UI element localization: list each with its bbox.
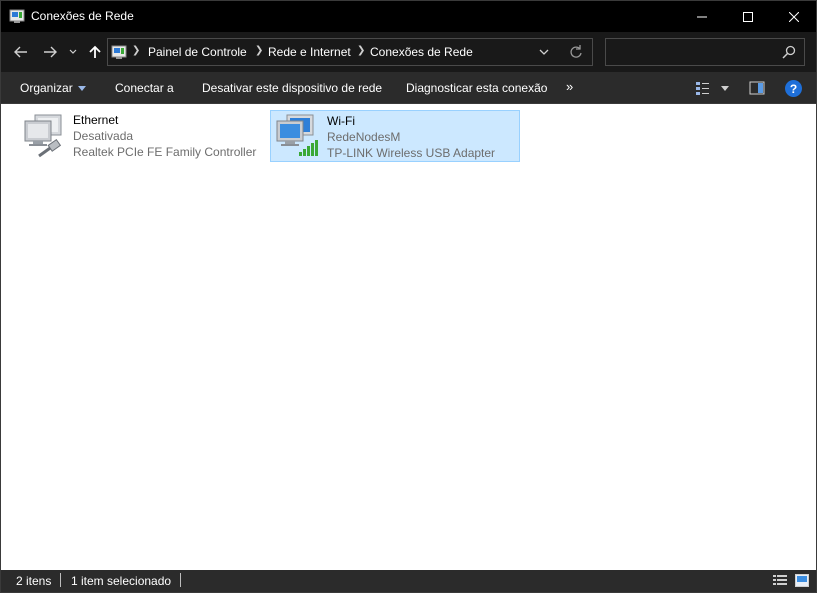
network-connections-icon: [9, 9, 25, 23]
address-box[interactable]: ❯ Painel de Controle ❯ Rede e Internet ❯…: [107, 38, 593, 66]
command-bar: Organizar Conectar a Desativar este disp…: [1, 72, 816, 104]
breadcrumb-separator-icon[interactable]: ❯: [255, 45, 263, 56]
breadcrumb-network-connections[interactable]: Conexões de Rede: [370, 45, 473, 59]
breadcrumb-control-panel[interactable]: Painel de Controle: [148, 45, 247, 59]
breadcrumb-separator-icon[interactable]: ❯: [132, 45, 140, 56]
title-bar[interactable]: Conexões de Rede: [1, 1, 816, 32]
caret-down-icon: [77, 86, 86, 92]
details-view-icon[interactable]: [773, 574, 787, 587]
arrow-left-icon: [14, 46, 27, 58]
organize-menu[interactable]: Organizar: [20, 81, 86, 95]
address-toolbar: ❯ Painel de Controle ❯ Rede e Internet ❯…: [1, 32, 816, 72]
connect-button[interactable]: Conectar a: [115, 81, 174, 95]
up-button[interactable]: [83, 40, 107, 64]
diagnose-button[interactable]: Diagnosticar esta conexão: [406, 81, 547, 95]
status-divider: [60, 573, 61, 587]
close-icon: [789, 11, 799, 22]
disable-device-button[interactable]: Desativar este dispositivo de rede: [202, 81, 382, 95]
wifi-adapter-icon: [276, 114, 318, 156]
maximize-button[interactable]: [725, 1, 771, 32]
item-count: 2 itens: [16, 574, 52, 588]
connection-item-wifi[interactable]: Wi-Fi RedeNodesM TP-LINK Wireless USB Ad…: [270, 110, 520, 162]
close-button[interactable]: [771, 1, 817, 32]
address-dropdown-icon[interactable]: [536, 44, 552, 60]
breadcrumb-network-internet[interactable]: Rede e Internet: [268, 45, 351, 59]
arrow-right-icon: [44, 46, 57, 58]
preview-pane-icon[interactable]: [749, 80, 765, 96]
connection-device: Realtek PCIe FE Family Controller: [73, 145, 257, 159]
connection-item-ethernet[interactable]: Ethernet Desativada Realtek PCIe FE Fami…: [17, 110, 263, 162]
help-button[interactable]: ?: [785, 80, 802, 97]
connection-device: TP-LINK Wireless USB Adapter: [327, 146, 496, 160]
selection-count: 1 item selecionado: [71, 574, 172, 588]
recent-locations-button[interactable]: [63, 40, 83, 64]
status-bar: 2 itens 1 item selecionado: [1, 570, 816, 592]
explorer-window: Conexões de Rede ❯ Painel de Controle ❯ …: [0, 0, 817, 593]
connection-network-name: RedeNodesM: [327, 130, 401, 144]
status-divider: [180, 573, 181, 587]
organize-label: Organizar: [20, 81, 73, 95]
connection-status: Desativada: [73, 129, 134, 143]
refresh-icon[interactable]: [568, 44, 584, 60]
view-options-chevron-icon[interactable]: [717, 80, 733, 96]
change-view-icon[interactable]: [695, 80, 711, 96]
more-commands-button[interactable]: »: [566, 79, 573, 94]
chevron-down-icon: [69, 49, 77, 54]
search-icon[interactable]: [782, 45, 796, 59]
ethernet-adapter-icon: [24, 114, 62, 158]
back-button[interactable]: [9, 40, 33, 64]
large-icons-view-icon[interactable]: [795, 574, 809, 587]
minimize-icon: [697, 16, 707, 17]
search-input[interactable]: [605, 38, 805, 66]
connection-name: Wi-Fi: [327, 114, 355, 128]
connection-name: Ethernet: [73, 113, 119, 127]
forward-button[interactable]: [38, 40, 62, 64]
maximize-icon: [743, 11, 753, 22]
minimize-button[interactable]: [679, 1, 725, 32]
control-panel-icon: [111, 45, 127, 59]
window-title: Conexões de Rede: [31, 9, 134, 23]
connections-view[interactable]: Ethernet Desativada Realtek PCIe FE Fami…: [1, 104, 816, 570]
breadcrumb-separator-icon[interactable]: ❯: [357, 45, 365, 56]
arrow-up-icon: [89, 45, 101, 58]
